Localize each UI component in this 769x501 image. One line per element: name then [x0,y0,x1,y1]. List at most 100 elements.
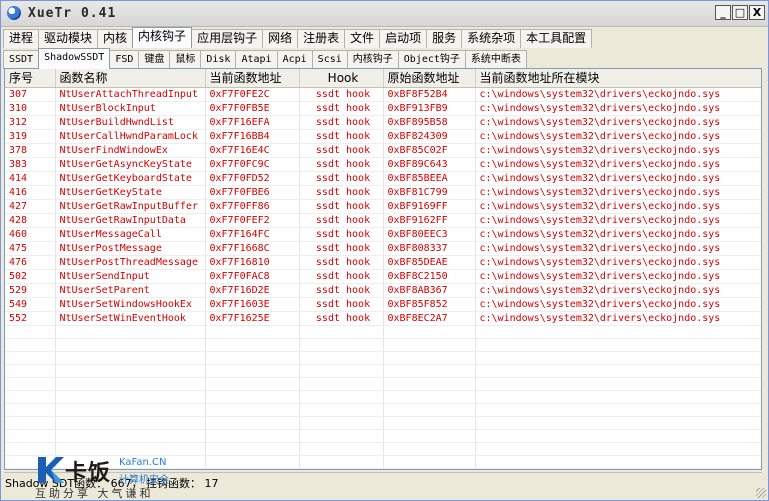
sub-tab-10[interactable]: Object钩子 [397,50,466,69]
title-bar[interactable]: XueTr 0.41 _ □ X [1,1,768,27]
empty-cell [5,429,56,443]
main-tab-1[interactable]: 驱动模块 [38,29,99,48]
table-row[interactable]: 552 NtUserSetWinEventHook 0xF7F1625E ssdt h… [5,311,761,326]
empty-cell [5,351,56,365]
cell-hook-type: ssdt hook [299,269,384,284]
cell-original-address: 0xBF808337 [383,241,476,256]
cell-function-name: NtUserPostMessage [55,241,206,256]
empty-cell [205,377,300,391]
table-row[interactable]: 549 NtUserSetWindowsHookEx 0xF7F1603E ssdt … [5,297,761,312]
cell-current-address: 0xF7F0FE2C [205,87,300,102]
cell-current-address: 0xF7F16810 [205,255,300,270]
hook-list-panel: 序号 函数名称 当前函数地址 Hook 原始函数地址 当前函数地址所在模块 30… [4,68,762,470]
cell-function-name: NtUserBlockInput [55,101,206,116]
sub-tab-9[interactable]: 内核钩子 [346,50,399,69]
cell-original-address: 0xBF85C02F [383,143,476,158]
sub-tab-0[interactable]: SSDT [3,50,40,69]
table-row[interactable]: 416 NtUserGetKeyState 0xF7F0FBE6 ssdt hook 0… [5,185,761,200]
sub-tab-3[interactable]: 键盘 [138,50,171,69]
main-tab-3[interactable]: 内核钩子 [132,27,193,48]
empty-cell [299,455,384,469]
empty-cell [205,403,300,417]
column-header-hook[interactable]: Hook [299,69,384,88]
empty-cell [475,442,761,456]
table-row[interactable]: 428 NtUserGetRawInputData 0xF7F0FEF2 ssdt h… [5,213,761,228]
close-button[interactable]: X [749,5,765,20]
cell-hook-type: ssdt hook [299,129,384,144]
empty-row [5,338,761,352]
cell-hook-type: ssdt hook [299,311,384,326]
sub-tab-11[interactable]: 系统中断表 [464,50,527,69]
cell-function-name: NtUserBuildHwndList [55,115,206,130]
empty-cell [383,468,476,469]
sub-tab-7[interactable]: Acpi [276,50,313,69]
cell-original-address: 0xBF89C643 [383,157,476,172]
maximize-button[interactable]: □ [732,5,748,20]
empty-cell [205,338,300,352]
sub-tab-2[interactable]: FSD [109,50,140,69]
table-row[interactable]: 476 NtUserPostThreadMessage 0xF7F16810 ssdt… [5,255,761,270]
cell-index: 312 [5,115,56,130]
main-tab-10[interactable]: 系统杂项 [461,29,522,48]
sub-tab-4[interactable]: 鼠标 [169,50,202,69]
cell-function-name: NtUserMessageCall [55,227,206,242]
empty-cell [55,429,206,443]
main-tab-5[interactable]: 网络 [262,29,299,48]
main-tab-8[interactable]: 启动项 [379,29,428,48]
main-tab-6[interactable]: 注册表 [297,29,346,48]
sub-tab-6[interactable]: Atapi [235,50,278,69]
table-row[interactable]: 307 NtUserAttachThreadInput 0xF7F0FE2C ssdt… [5,87,761,102]
resize-grip[interactable] [756,488,766,498]
cell-hook-type: ssdt hook [299,227,384,242]
empty-cell [299,429,384,443]
column-header-current-address[interactable]: 当前函数地址 [205,69,300,88]
main-tab-0[interactable]: 进程 [3,29,40,48]
table-row[interactable]: 529 NtUserSetParent 0xF7F16D2E ssdt hook 0xB… [5,283,761,298]
sub-tab-1[interactable]: ShadowSSDT [38,48,111,69]
empty-cell [299,468,384,469]
empty-cell [5,338,56,352]
sub-tab-8[interactable]: Scsi [311,50,348,69]
table-row[interactable]: 378 NtUserFindWindowEx 0xF7F16E4C ssdt hook… [5,143,761,158]
minimize-button[interactable]: _ [715,5,731,20]
table-row[interactable]: 502 NtUserSendInput 0xF7F0FAC8 ssdt hook 0xB… [5,269,761,284]
table-row[interactable]: 475 NtUserPostMessage 0xF7F1668C ssdt hook 0… [5,241,761,256]
main-tab-4[interactable]: 应用层钩子 [191,29,264,48]
main-tab-2[interactable]: 内核 [97,29,134,48]
cell-index: 378 [5,143,56,158]
column-header-module[interactable]: 当前函数地址所在模块 [475,69,761,88]
empty-cell [205,468,300,469]
empty-cell [383,325,476,339]
cell-index: 414 [5,171,56,186]
empty-row [5,416,761,430]
cell-current-address: 0xF7F164FC [205,227,300,242]
table-row[interactable]: 414 NtUserGetKeyboardState 0xF7F0FD52 ssdt … [5,171,761,186]
column-header-index[interactable]: 序号 [5,69,56,88]
table-row[interactable]: 383 NtUserGetAsyncKeyState 0xF7F0FC9C ssdt … [5,157,761,172]
cell-hook-type: ssdt hook [299,115,384,130]
cell-current-address: 0xF7F16BB4 [205,129,300,144]
cell-hook-type: ssdt hook [299,241,384,256]
cell-module-path: c:\windows\system32\drivers\eckojndo.sys [475,185,761,200]
table-row[interactable]: 427 NtUserGetRawInputBuffer 0xF7F0FF86 ssdt… [5,199,761,214]
empty-cell [475,429,761,443]
empty-row [5,403,761,417]
main-tab-7[interactable]: 文件 [344,29,381,48]
table-row[interactable]: 312 NtUserBuildHwndList 0xF7F16EFA ssdt hoo… [5,115,761,130]
column-header-function-name[interactable]: 函数名称 [55,69,206,88]
empty-cell [5,377,56,391]
table-row[interactable]: 310 NtUserBlockInput 0xF7F0FB5E ssdt hook 0x… [5,101,761,116]
cell-current-address: 0xF7F16E4C [205,143,300,158]
table-row[interactable]: 319 NtUserCallHwndParamLock 0xF7F16BB4 ssdt… [5,129,761,144]
cell-index: 475 [5,241,56,256]
main-tab-11[interactable]: 本工具配置 [520,29,593,48]
cell-index: 549 [5,297,56,312]
cell-module-path: c:\windows\system32\drivers\eckojndo.sys [475,157,761,172]
main-tab-9[interactable]: 服务 [426,29,463,48]
cell-function-name: NtUserAttachThreadInput [55,87,206,102]
hook-table: 序号 函数名称 当前函数地址 Hook 原始函数地址 当前函数地址所在模块 30… [5,69,761,469]
table-row[interactable]: 460 NtUserMessageCall 0xF7F164FC ssdt hook 0… [5,227,761,242]
column-header-original-address[interactable]: 原始函数地址 [383,69,476,88]
sub-tab-5[interactable]: Disk [200,50,237,69]
empty-cell [383,338,476,352]
